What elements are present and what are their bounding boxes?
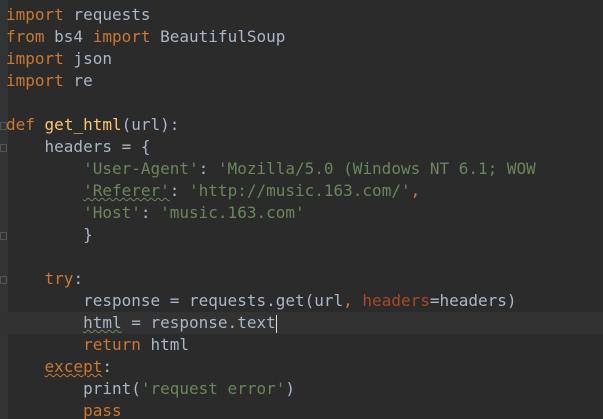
code-token: bs4 xyxy=(44,27,93,46)
code-token: requests xyxy=(63,5,151,24)
code-token: def xyxy=(6,115,35,134)
code-token: : xyxy=(198,159,218,178)
code-token: : xyxy=(102,357,112,376)
code-token: 'Host' xyxy=(83,203,141,222)
code-token: import xyxy=(6,71,64,90)
code-line[interactable]: return html xyxy=(6,334,189,356)
fold-marker-icon[interactable] xyxy=(0,232,7,240)
code-token: BeautifulSoup xyxy=(150,27,286,46)
code-line[interactable]: except: xyxy=(6,356,112,378)
code-line[interactable]: import re xyxy=(6,70,93,92)
code-token: : xyxy=(73,269,84,288)
code-line[interactable]: print('request error') xyxy=(6,378,295,400)
code-token: json xyxy=(63,49,112,68)
code-token: headers xyxy=(362,291,430,310)
code-token: 'music.163.com' xyxy=(160,203,305,222)
code-line-current[interactable]: html = response.text xyxy=(0,312,603,334)
code-line[interactable]: headers = { xyxy=(6,136,151,158)
fold-marker-icon[interactable] xyxy=(0,144,7,152)
code-token: } xyxy=(6,225,93,244)
code-token: : xyxy=(140,203,161,222)
code-token: re xyxy=(63,71,93,90)
code-token: 'http://music.163.com/' xyxy=(189,181,411,200)
text-cursor xyxy=(275,314,278,333)
code-token: import xyxy=(92,27,151,46)
code-token: from xyxy=(6,27,45,46)
code-token: , xyxy=(343,291,363,310)
code-line[interactable]: try: xyxy=(6,268,84,290)
code-token: try xyxy=(44,269,74,288)
code-token: get_html xyxy=(44,115,122,134)
code-token: import xyxy=(6,5,64,24)
code-token: html xyxy=(83,313,122,332)
code-token: print( xyxy=(6,379,141,398)
code-line[interactable]: from bs4 import BeautifulSoup xyxy=(6,26,285,48)
code-token: = response.text xyxy=(121,313,276,332)
code-line[interactable]: pass xyxy=(6,400,122,419)
code-token: html xyxy=(140,335,190,354)
code-token: , xyxy=(410,181,421,200)
code-line[interactable]: def get_html(url): xyxy=(6,114,179,136)
code-editor[interactable]: import requests from bs4 import Beautiful… xyxy=(0,0,603,419)
code-line[interactable]: 'User-Agent': 'Mozilla/5.0 (Windows NT 6… xyxy=(6,158,536,180)
code-token: except xyxy=(44,357,103,376)
code-token: : xyxy=(169,181,190,200)
code-token: headers = { xyxy=(6,137,151,156)
code-token: ) xyxy=(285,379,295,398)
code-token: 'request error' xyxy=(140,379,286,398)
code-line[interactable]: } xyxy=(6,224,93,246)
code-token: pass xyxy=(83,401,122,419)
code-token: 'Referer' xyxy=(83,181,170,200)
code-token: 'Mozilla/5.0 (Windows NT 6.1; WOW xyxy=(217,159,536,178)
code-line[interactable]: 'Host': 'music.163.com' xyxy=(6,202,305,224)
code-token: return xyxy=(83,335,141,354)
fold-marker-icon[interactable] xyxy=(0,122,7,130)
code-token: (url): xyxy=(121,115,180,134)
code-line[interactable]: response = requests.get(url, headers=hea… xyxy=(6,290,517,312)
code-line[interactable]: import requests xyxy=(6,4,151,26)
code-token: =headers) xyxy=(429,291,517,310)
code-token: 'User-Agent' xyxy=(83,159,199,178)
fold-marker-icon[interactable] xyxy=(0,276,7,284)
code-token: import xyxy=(6,49,64,68)
code-line[interactable]: import json xyxy=(6,48,112,70)
code-token: response = requests.get(url xyxy=(6,291,344,310)
code-line[interactable]: 'Referer': 'http://music.163.com/', xyxy=(6,180,420,202)
